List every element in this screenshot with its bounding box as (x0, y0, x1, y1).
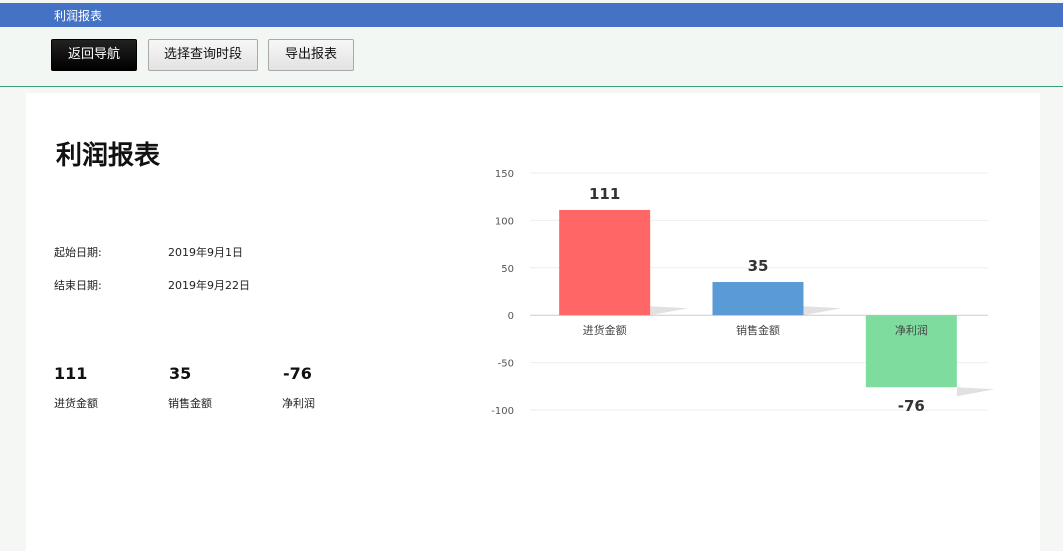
start-date-label: 起始日期: (54, 246, 102, 259)
end-date-label: 结束日期: (54, 279, 102, 292)
net-profit-value: -76 (283, 364, 312, 383)
sales-amount-value: 35 (169, 364, 192, 383)
x-category-label: 进货金额 (583, 323, 627, 337)
purchase-amount-label: 进货金额 (54, 397, 98, 410)
back-to-nav-button[interactable]: 返回导航 (51, 39, 137, 71)
bar-shadow (956, 387, 995, 397)
x-category-label: 销售金额 (736, 323, 780, 337)
y-tick-label: 150 (495, 169, 514, 180)
window-title: 利润报表 (54, 9, 103, 23)
report-panel: 利润报表 起始日期: 2019年9月1日 结束日期: 2019年9月22日 11… (26, 93, 1040, 551)
export-report-button[interactable]: 导出报表 (268, 39, 354, 71)
bar-shadow (803, 306, 842, 316)
sales-amount-label: 销售金额 (168, 397, 212, 410)
end-date-value: 2019年9月22日 (168, 279, 250, 292)
y-tick-label: 100 (495, 216, 514, 227)
title-bar: 利润报表 (0, 3, 1063, 27)
bar-value-label: 35 (748, 257, 769, 275)
select-period-button[interactable]: 选择查询时段 (148, 39, 258, 71)
bar-2 (712, 282, 804, 316)
purchase-amount-value: 111 (54, 364, 88, 383)
y-tick-label: 0 (508, 311, 514, 322)
bar-shadow (650, 306, 689, 316)
bar-value-label: 111 (589, 185, 620, 203)
bar-value-label: -76 (898, 397, 925, 415)
profit-bar-chart: 150 100 50 0 -50 -100 111 进货金额 35 销售金额 -76 净利润 (491, 169, 995, 417)
bar-1 (559, 209, 651, 316)
toolbar: 返回导航 选择查询时段 导出报表 (0, 27, 1063, 87)
x-category-label: 净利润 (895, 323, 928, 337)
start-date-value: 2019年9月1日 (168, 246, 243, 259)
y-tick-label: 50 (501, 264, 514, 275)
net-profit-label: 净利润 (282, 397, 315, 410)
y-tick-label: -100 (491, 406, 514, 417)
report-title: 利润报表 (56, 141, 161, 171)
y-tick-label: -50 (498, 359, 514, 370)
